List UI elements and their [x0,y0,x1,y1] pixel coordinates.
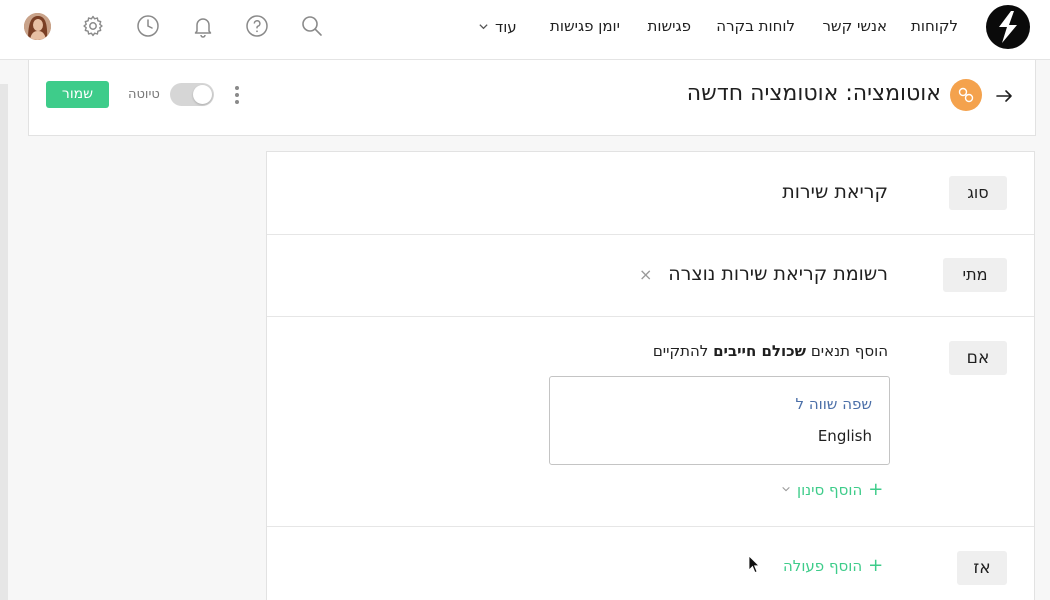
nav-item-meetings-calendar[interactable]: יומן פגישות [550,17,620,35]
nav-item-contacts[interactable]: אנשי קשר [822,17,887,35]
add-action-button[interactable]: + הוסף פעולה [783,555,884,576]
condition-filter-card[interactable]: שפה שווה ל English [549,376,890,465]
draft-label: טיוטה [128,87,160,102]
type-tag: סוג [949,176,1007,210]
add-filter-label: הוסף סינון [797,481,863,499]
more-options-icon[interactable] [233,84,241,106]
page-title: אוטומציה: אוטומציה חדשה [686,81,941,106]
rule-row-when: מתי רשומת קריאת שירות נוצרה × [267,235,1034,317]
logo-icon [999,11,1017,43]
plus-icon: + [868,555,884,576]
nav-more-dropdown[interactable]: עוד [478,18,517,36]
rule-row-type: סוג קריאת שירות [267,152,1034,235]
save-button[interactable]: שמור [46,81,109,108]
bell-icon[interactable] [191,14,215,38]
add-filter-button[interactable]: + הוסף סינון [781,481,883,499]
if-tag: אם [949,341,1007,375]
automation-header: אוטומציה: אוטומציה חדשה טיוטה שמור [28,60,1036,136]
trigger-value[interactable]: רשומת קריאת שירות נוצרה [668,263,888,285]
rule-row-then: אז + הוסף פעולה [267,527,1034,600]
condition-intro: הוסף תנאים שכולם חייבים להתקיים [652,342,888,360]
avatar-icon [24,13,51,40]
rule-row-if: אם הוסף תנאים שכולם חייבים להתקיים שפה ש… [267,317,1034,527]
filter-value: English [817,427,872,445]
nav-item-meetings[interactable]: פגישות [648,17,691,35]
nav-item-dashboards[interactable]: לוחות בקרה [716,17,795,35]
mouse-cursor-icon [748,555,760,574]
top-navigation-bar: לקוחות אנשי קשר לוחות בקרה פגישות יומן פ… [0,0,1050,60]
filter-field-label: שפה שווה ל [795,395,872,413]
automation-rule-panel: סוג קריאת שירות מתי רשומת קריאת שירות נו… [266,151,1035,600]
user-avatar[interactable] [24,13,51,40]
nav-more-label: עוד [495,18,517,36]
gear-icon[interactable] [81,14,105,38]
chevron-down-icon [781,484,791,497]
when-tag: מתי [943,258,1007,292]
help-icon[interactable] [245,14,269,38]
draft-toggle[interactable] [170,83,214,106]
type-value[interactable]: קריאת שירות [782,181,888,203]
back-arrow-icon[interactable] [993,85,1015,107]
automation-icon [950,79,982,111]
add-action-label: הוסף פעולה [783,557,863,575]
then-tag: אז [957,551,1007,585]
plus-icon: + [868,479,884,500]
chevron-down-icon [478,18,489,36]
app-logo[interactable] [986,5,1030,49]
clear-trigger-icon[interactable]: × [639,265,652,284]
search-icon[interactable] [300,14,324,38]
nav-item-customers[interactable]: לקוחות [911,17,958,35]
left-scroll-strip [0,84,8,600]
clock-icon[interactable] [136,14,160,38]
